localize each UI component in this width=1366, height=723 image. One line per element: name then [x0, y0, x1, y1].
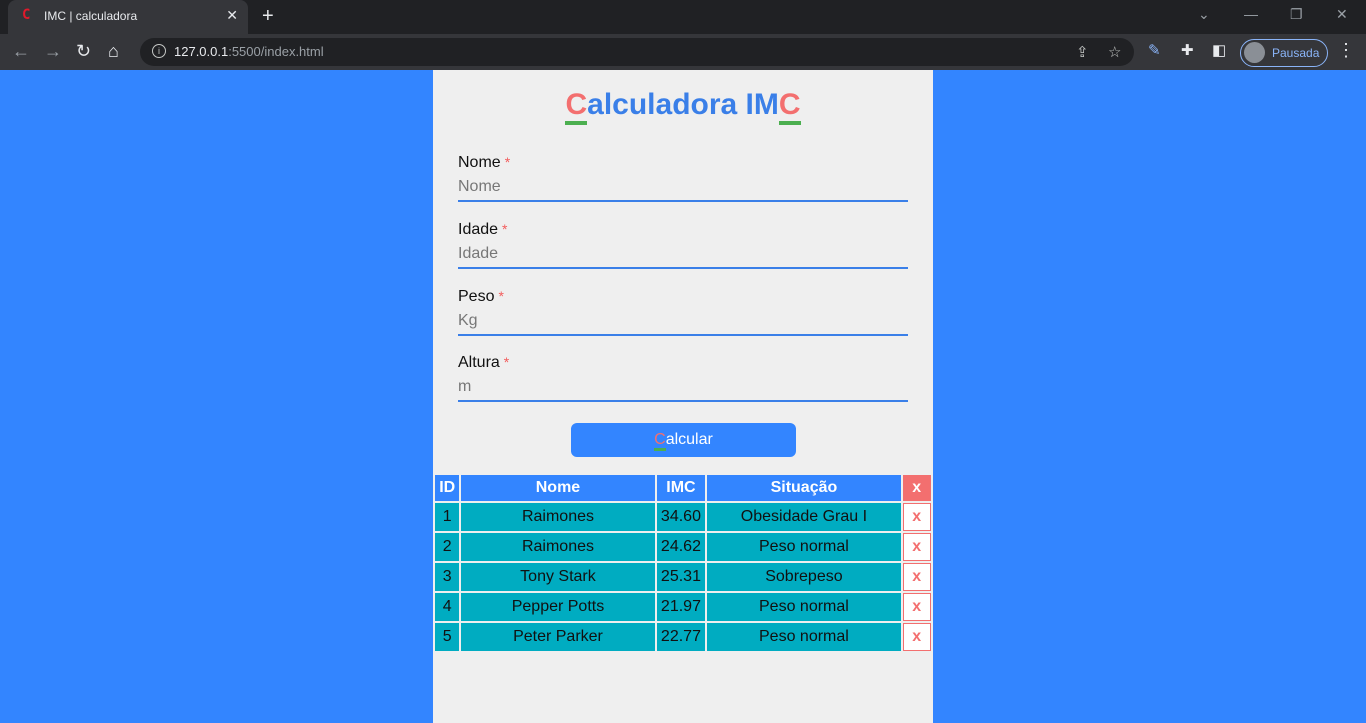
- cell-situacao: Peso normal: [707, 533, 901, 561]
- browser-tab[interactable]: C IMC | calculadora ✕: [8, 0, 248, 34]
- forward-icon[interactable]: →: [44, 41, 62, 62]
- altura-input[interactable]: [458, 374, 908, 402]
- cell-id: 5: [435, 623, 460, 651]
- required-marker: *: [502, 221, 508, 237]
- side-panel-icon[interactable]: ◧: [1212, 41, 1226, 59]
- header-nome: Nome: [461, 475, 655, 501]
- table-header-row: ID Nome IMC Situação x: [435, 475, 931, 501]
- browser-menu-icon[interactable]: ⋮: [1337, 40, 1355, 61]
- delete-row-button[interactable]: x: [902, 563, 931, 591]
- delete-row-button[interactable]: x: [902, 593, 931, 621]
- cell-nome: Tony Stark: [461, 563, 655, 591]
- cell-nome: Raimones: [461, 533, 655, 561]
- cell-situacao: Obesidade Grau I: [707, 503, 901, 531]
- reload-icon[interactable]: ↻: [76, 41, 91, 62]
- bookmark-star-icon[interactable]: ☆: [1108, 43, 1121, 61]
- table-row: 1 Raimones 34.60 Obesidade Grau I x: [435, 503, 931, 531]
- table-row: 2 Raimones 24.62 Peso normal x: [435, 533, 931, 561]
- nome-input[interactable]: [458, 174, 908, 202]
- idade-input[interactable]: [458, 241, 908, 269]
- delete-row-button[interactable]: x: [902, 503, 931, 531]
- cell-imc: 34.60: [656, 503, 706, 531]
- cell-id: 2: [435, 533, 460, 561]
- site-info-icon[interactable]: i: [152, 44, 166, 58]
- header-imc: IMC: [656, 475, 706, 501]
- cell-nome: Raimones: [461, 503, 655, 531]
- idade-label: Idade: [458, 221, 499, 238]
- cell-id: 3: [435, 563, 460, 591]
- header-situacao: Situação: [707, 475, 901, 501]
- required-marker: *: [503, 354, 510, 370]
- favicon-icon: C: [22, 7, 31, 23]
- page-title: Calculadora IMC: [433, 88, 933, 125]
- tab-search-icon[interactable]: ⌄: [1198, 6, 1210, 23]
- url-text: 127.0.0.1:5500/index.html: [174, 44, 324, 59]
- home-icon[interactable]: ⌂: [108, 41, 119, 62]
- altura-field: Altura *: [458, 354, 908, 402]
- restore-icon[interactable]: ❐: [1290, 6, 1303, 23]
- table-row: 5 Peter Parker 22.77 Peso normal x: [435, 623, 931, 651]
- header-id: ID: [435, 475, 460, 501]
- required-marker: *: [498, 288, 504, 304]
- profile-button[interactable]: Pausada: [1240, 39, 1328, 67]
- table-row: 4 Pepper Potts 21.97 Peso normal x: [435, 593, 931, 621]
- delete-row-button[interactable]: x: [902, 623, 931, 651]
- peso-field: Peso *: [458, 288, 908, 336]
- pen-extension-icon[interactable]: ✎: [1148, 41, 1161, 59]
- results-table: ID Nome IMC Situação x 1 Raimones 34.60 …: [433, 473, 933, 653]
- cell-imc: 21.97: [656, 593, 706, 621]
- browser-toolbar: ← → ↻ ⌂ i 127.0.0.1:5500/index.html ⇪ ☆ …: [0, 34, 1366, 70]
- calculator-card: Calculadora IMC Nome* Idade* Peso* Altur…: [433, 70, 933, 723]
- share-icon[interactable]: ⇪: [1076, 43, 1089, 61]
- address-bar[interactable]: i 127.0.0.1:5500/index.html ⇪ ☆: [140, 38, 1134, 66]
- peso-label: Peso: [458, 288, 495, 305]
- avatar: [1244, 42, 1265, 63]
- cell-imc: 22.77: [656, 623, 706, 651]
- close-window-icon[interactable]: ✕: [1336, 6, 1348, 23]
- cell-nome: Peter Parker: [461, 623, 655, 651]
- cell-situacao: Sobrepeso: [707, 563, 901, 591]
- nome-label: Nome: [458, 154, 501, 171]
- peso-input[interactable]: [458, 308, 908, 336]
- idade-field: Idade *: [458, 221, 908, 269]
- cell-imc: 24.62: [656, 533, 706, 561]
- calcular-button[interactable]: Calcular: [571, 423, 796, 457]
- cell-id: 1: [435, 503, 460, 531]
- cell-id: 4: [435, 593, 460, 621]
- required-marker: *: [504, 154, 511, 170]
- tab-title: IMC | calculadora: [44, 9, 138, 23]
- tab-bar: C IMC | calculadora ✕ + ⌄ — ❐ ✕: [0, 0, 1366, 34]
- cell-situacao: Peso normal: [707, 623, 901, 651]
- cell-imc: 25.31: [656, 563, 706, 591]
- delete-row-button[interactable]: x: [902, 533, 931, 561]
- nome-field: Nome *: [458, 154, 908, 202]
- altura-label: Altura: [458, 354, 500, 371]
- close-tab-icon[interactable]: ✕: [226, 7, 238, 24]
- clear-all-button[interactable]: x: [902, 475, 931, 501]
- back-icon[interactable]: ←: [12, 41, 30, 62]
- cell-nome: Pepper Potts: [461, 593, 655, 621]
- minimize-icon[interactable]: —: [1244, 6, 1258, 22]
- new-tab-icon[interactable]: +: [262, 5, 274, 28]
- cell-situacao: Peso normal: [707, 593, 901, 621]
- table-row: 3 Tony Stark 25.31 Sobrepeso x: [435, 563, 931, 591]
- extensions-puzzle-icon[interactable]: ✚: [1181, 41, 1194, 59]
- profile-label: Pausada: [1272, 46, 1320, 60]
